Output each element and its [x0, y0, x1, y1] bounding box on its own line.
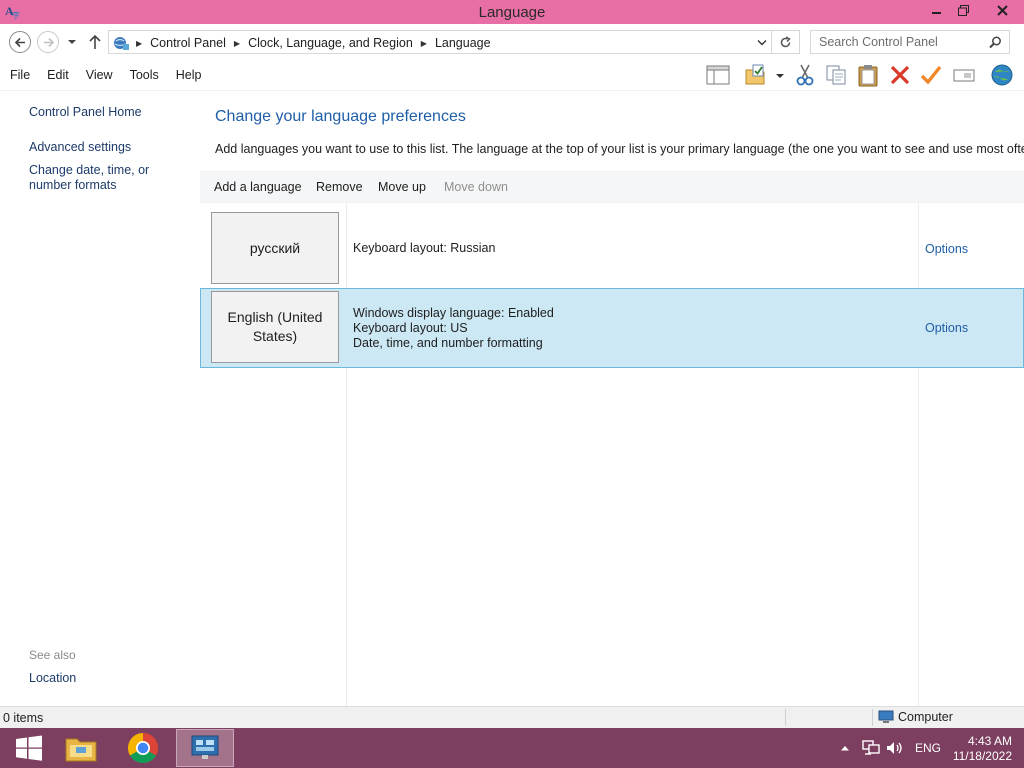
- language-list: русский Keyboard layout: Russian Options…: [200, 203, 1024, 706]
- folder-check-icon[interactable]: [744, 63, 768, 87]
- input-language-indicator[interactable]: ENG: [915, 741, 941, 755]
- detail-line: Date, time, and number formatting: [353, 336, 543, 350]
- delete-icon[interactable]: [888, 63, 912, 87]
- computer-label: Computer: [898, 710, 953, 724]
- window-title: Language: [478, 4, 546, 21]
- menu-edit[interactable]: Edit: [47, 68, 69, 82]
- options-link[interactable]: Options: [925, 242, 968, 256]
- title-bar: A 字 Language: [0, 0, 1024, 24]
- forward-button[interactable]: [37, 31, 59, 53]
- breadcrumb-language[interactable]: Language: [435, 36, 491, 50]
- left-navigation: Control Panel Home Advanced settings Cha…: [0, 91, 200, 706]
- checkmark-icon[interactable]: [919, 63, 943, 87]
- menu-file[interactable]: File: [10, 68, 30, 82]
- status-bar: 0 items Computer: [0, 706, 1024, 728]
- dropdown-arrow-icon[interactable]: [776, 73, 784, 79]
- change-date-time-formats-link[interactable]: Change date, time, or number formats: [29, 163, 194, 193]
- address-row: ▶ Control Panel ▶ Clock, Language, and R…: [0, 24, 1024, 58]
- detail-line: Keyboard layout: Russian: [353, 241, 496, 255]
- status-location: Computer: [878, 710, 953, 724]
- refresh-icon: [780, 36, 791, 48]
- menu-bar: File Edit View Tools Help: [10, 68, 218, 82]
- restore-button[interactable]: [948, 0, 978, 22]
- move-down-button[interactable]: Move down: [444, 180, 508, 194]
- status-divider: [872, 709, 873, 726]
- language-tile[interactable]: English (United States): [211, 291, 339, 363]
- language-details: Keyboard layout: Russian: [353, 241, 495, 256]
- detail-line: Keyboard layout: US: [353, 321, 468, 335]
- taskbar-chrome[interactable]: [114, 729, 172, 767]
- taskbar-clock[interactable]: 4:43 AM 11/18/2022: [948, 734, 1012, 764]
- menu-toolbar-row: File Edit View Tools Help: [0, 58, 1024, 91]
- cut-icon[interactable]: [793, 63, 817, 87]
- computer-icon: [878, 710, 894, 723]
- breadcrumb-control-panel[interactable]: Control Panel: [150, 36, 226, 50]
- add-language-button[interactable]: Add a language: [214, 180, 302, 194]
- windows-start-icon: [16, 735, 42, 761]
- up-arrow-icon[interactable]: [88, 34, 102, 50]
- remove-button[interactable]: Remove: [316, 180, 363, 194]
- status-divider: [785, 709, 786, 726]
- menu-view[interactable]: View: [86, 68, 113, 82]
- page-description: Add languages you want to use to this li…: [215, 142, 1024, 156]
- address-dropdown-chevron-icon[interactable]: [757, 39, 767, 47]
- taskbar: ENG 4:43 AM 11/18/2022: [0, 728, 1024, 768]
- address-bar[interactable]: ▶ Control Panel ▶ Clock, Language, and R…: [108, 30, 772, 54]
- back-arrow-icon: [14, 37, 25, 48]
- menu-tools[interactable]: Tools: [130, 68, 159, 82]
- control-panel-icon: [114, 37, 129, 50]
- volume-icon[interactable]: [886, 740, 904, 756]
- taskbar-control-panel[interactable]: [176, 729, 234, 767]
- page-title: Change your language preferences: [215, 108, 466, 125]
- breadcrumb: ▶ Control Panel ▶ Clock, Language, and R…: [109, 35, 491, 51]
- recent-locations-chevron-icon[interactable]: [67, 38, 77, 46]
- rename-icon[interactable]: [952, 63, 976, 87]
- copy-icon[interactable]: [824, 63, 848, 87]
- language-tile[interactable]: русский: [211, 212, 339, 284]
- minimize-icon: [932, 12, 941, 14]
- location-link[interactable]: Location: [29, 671, 76, 686]
- search-box[interactable]: [810, 30, 1010, 54]
- breadcrumb-clock-language-region[interactable]: Clock, Language, and Region: [248, 36, 413, 50]
- language-command-bar: Add a language Remove Move up Move down: [200, 171, 1024, 203]
- item-count: 0 items: [3, 711, 44, 725]
- clock-time: 4:43 AM: [967, 734, 1012, 748]
- file-explorer-icon: [65, 738, 97, 762]
- globe-icon[interactable]: [990, 63, 1014, 87]
- language-row-russian[interactable]: русский Keyboard layout: Russian Options: [200, 209, 1024, 289]
- restore-icon: [957, 5, 969, 16]
- search-icon[interactable]: [989, 36, 1002, 49]
- control-panel-home-link[interactable]: Control Panel Home: [29, 105, 142, 120]
- preview-pane-icon[interactable]: [706, 63, 730, 87]
- chrome-icon: [127, 733, 159, 764]
- forward-arrow-icon: [44, 37, 55, 48]
- clock-date: 11/18/2022: [952, 749, 1012, 763]
- refresh-button[interactable]: [772, 30, 800, 54]
- move-up-button[interactable]: Move up: [378, 180, 426, 194]
- menu-help[interactable]: Help: [176, 68, 202, 82]
- network-icon[interactable]: [862, 740, 880, 756]
- start-button[interactable]: [0, 729, 58, 767]
- close-button[interactable]: [986, 0, 1018, 22]
- search-input[interactable]: [819, 32, 989, 52]
- see-also-heading: See also: [29, 648, 76, 662]
- back-button[interactable]: [9, 31, 31, 53]
- control-panel-icon: [191, 735, 219, 759]
- detail-line: Windows display language: Enabled: [353, 306, 554, 320]
- language-row-english[interactable]: English (United States) Windows display …: [200, 288, 1024, 368]
- language-details: Windows display language: Enabled Keyboa…: [353, 306, 554, 351]
- show-hidden-icons-chevron-icon[interactable]: [840, 744, 850, 752]
- options-link[interactable]: Options: [925, 321, 968, 335]
- paste-icon[interactable]: [856, 63, 880, 87]
- advanced-settings-link[interactable]: Advanced settings: [29, 140, 131, 155]
- close-icon: [996, 5, 1008, 16]
- taskbar-file-explorer[interactable]: [52, 729, 110, 767]
